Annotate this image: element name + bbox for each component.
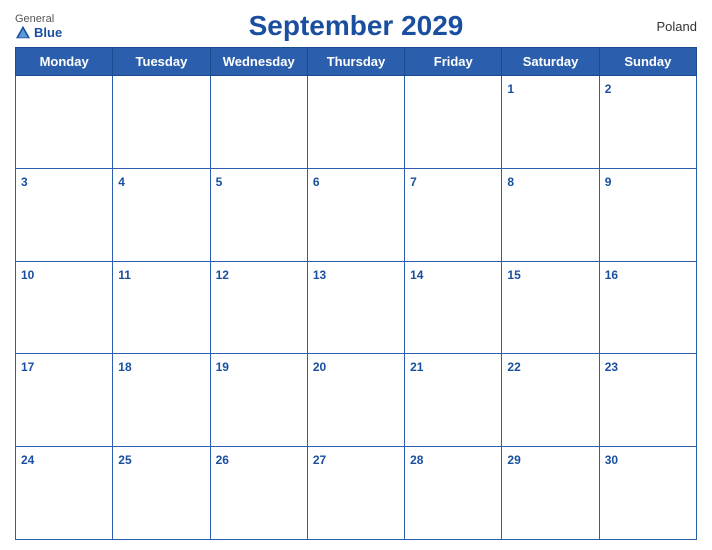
calendar-cell: 20 bbox=[307, 354, 404, 447]
calendar-cell: 28 bbox=[405, 447, 502, 540]
calendar-cell: 17 bbox=[16, 354, 113, 447]
day-number: 16 bbox=[605, 268, 618, 282]
page-title: September 2029 bbox=[249, 10, 464, 42]
calendar-cell: 23 bbox=[599, 354, 696, 447]
calendar-cell: 24 bbox=[16, 447, 113, 540]
day-number: 28 bbox=[410, 453, 423, 467]
weekday-monday: Monday bbox=[16, 48, 113, 76]
country-label: Poland bbox=[657, 19, 697, 34]
calendar-cell: 15 bbox=[502, 261, 599, 354]
logo-icon bbox=[15, 25, 31, 39]
calendar-cell bbox=[16, 76, 113, 169]
calendar-cell: 30 bbox=[599, 447, 696, 540]
calendar-cell: 11 bbox=[113, 261, 210, 354]
calendar-header: General Blue September 2029 Poland bbox=[15, 10, 697, 42]
weekday-tuesday: Tuesday bbox=[113, 48, 210, 76]
weekday-friday: Friday bbox=[405, 48, 502, 76]
day-number: 1 bbox=[507, 82, 514, 96]
weekday-thursday: Thursday bbox=[307, 48, 404, 76]
calendar-cell: 12 bbox=[210, 261, 307, 354]
calendar-cell: 1 bbox=[502, 76, 599, 169]
day-number: 27 bbox=[313, 453, 326, 467]
calendar-header-row: Monday Tuesday Wednesday Thursday Friday… bbox=[16, 48, 697, 76]
calendar-cell: 26 bbox=[210, 447, 307, 540]
day-number: 10 bbox=[21, 268, 34, 282]
logo-blue: Blue bbox=[34, 25, 62, 40]
calendar-cell: 25 bbox=[113, 447, 210, 540]
calendar-cell: 5 bbox=[210, 168, 307, 261]
day-number: 12 bbox=[216, 268, 229, 282]
day-number: 29 bbox=[507, 453, 520, 467]
day-number: 20 bbox=[313, 360, 326, 374]
day-number: 5 bbox=[216, 175, 223, 189]
calendar-cell: 27 bbox=[307, 447, 404, 540]
day-number: 25 bbox=[118, 453, 131, 467]
calendar-cell: 3 bbox=[16, 168, 113, 261]
weekday-wednesday: Wednesday bbox=[210, 48, 307, 76]
day-number: 14 bbox=[410, 268, 423, 282]
weekday-sunday: Sunday bbox=[599, 48, 696, 76]
day-number: 26 bbox=[216, 453, 229, 467]
calendar-cell: 7 bbox=[405, 168, 502, 261]
calendar-table: Monday Tuesday Wednesday Thursday Friday… bbox=[15, 47, 697, 540]
day-number: 7 bbox=[410, 175, 417, 189]
calendar-cell: 10 bbox=[16, 261, 113, 354]
day-number: 9 bbox=[605, 175, 612, 189]
day-number: 24 bbox=[21, 453, 34, 467]
day-number: 19 bbox=[216, 360, 229, 374]
calendar-cell: 16 bbox=[599, 261, 696, 354]
day-number: 23 bbox=[605, 360, 618, 374]
day-number: 18 bbox=[118, 360, 131, 374]
calendar-cell: 8 bbox=[502, 168, 599, 261]
day-number: 3 bbox=[21, 175, 28, 189]
calendar-cell: 13 bbox=[307, 261, 404, 354]
day-number: 2 bbox=[605, 82, 612, 96]
calendar-cell bbox=[210, 76, 307, 169]
calendar-cell: 21 bbox=[405, 354, 502, 447]
calendar-cell: 14 bbox=[405, 261, 502, 354]
day-number: 13 bbox=[313, 268, 326, 282]
day-number: 15 bbox=[507, 268, 520, 282]
calendar-cell: 22 bbox=[502, 354, 599, 447]
calendar-cell: 4 bbox=[113, 168, 210, 261]
day-number: 30 bbox=[605, 453, 618, 467]
calendar-cell: 18 bbox=[113, 354, 210, 447]
day-number: 8 bbox=[507, 175, 514, 189]
day-number: 21 bbox=[410, 360, 423, 374]
day-number: 11 bbox=[118, 268, 131, 282]
weekday-saturday: Saturday bbox=[502, 48, 599, 76]
calendar-cell bbox=[307, 76, 404, 169]
calendar-cell: 2 bbox=[599, 76, 696, 169]
calendar-cell: 9 bbox=[599, 168, 696, 261]
calendar-cell bbox=[113, 76, 210, 169]
calendar-cell bbox=[405, 76, 502, 169]
day-number: 4 bbox=[118, 175, 125, 189]
day-number: 22 bbox=[507, 360, 520, 374]
calendar-body: 1234567891011121314151617181920212223242… bbox=[16, 76, 697, 540]
calendar-cell: 6 bbox=[307, 168, 404, 261]
calendar-cell: 29 bbox=[502, 447, 599, 540]
day-number: 6 bbox=[313, 175, 320, 189]
calendar-cell: 19 bbox=[210, 354, 307, 447]
day-number: 17 bbox=[21, 360, 34, 374]
logo-general: General bbox=[15, 13, 54, 25]
logo: General Blue bbox=[15, 13, 62, 40]
